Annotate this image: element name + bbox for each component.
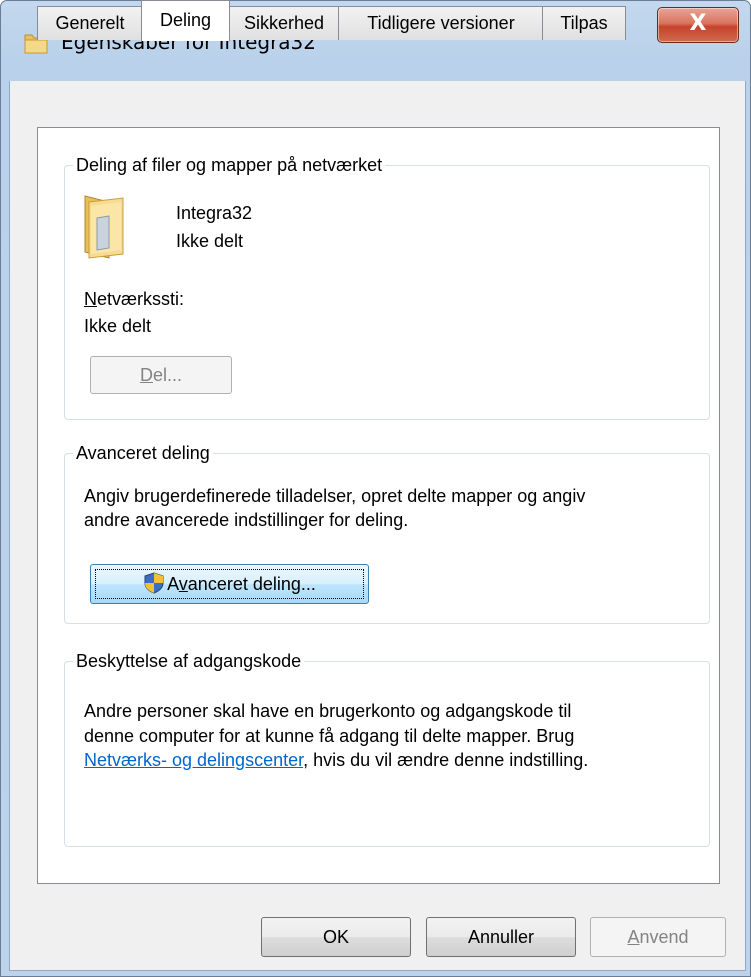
network-path-label: Netværkssti: bbox=[84, 287, 184, 311]
tab-tidligere-versioner[interactable]: Tidligere versioner bbox=[338, 6, 544, 40]
uac-shield-icon bbox=[144, 572, 164, 594]
share-button[interactable]: Del... bbox=[90, 356, 232, 394]
tab-label: Generelt bbox=[55, 13, 125, 33]
advanced-sharing-button[interactable]: Avanceret deling... bbox=[90, 564, 369, 604]
advanced-sharing-group: Avanceret deling Angiv brugerdefinerede … bbox=[64, 441, 710, 624]
button-label: nvend bbox=[639, 927, 689, 947]
password-protection-group: Beskyttelse af adgangskode Andre persone… bbox=[64, 649, 710, 847]
cancel-button[interactable]: Annuller bbox=[426, 917, 576, 957]
advanced-description-line1: Angiv brugerdefinerede tilladelser, opre… bbox=[84, 486, 586, 506]
tab-tilpas[interactable]: Tilpas bbox=[542, 6, 626, 40]
tab-label: Deling bbox=[159, 10, 212, 30]
tab-panel-deling: Deling af filer og mapper på netværket I… bbox=[37, 127, 720, 884]
button-label: el... bbox=[152, 365, 182, 385]
tab-generelt[interactable]: Generelt bbox=[37, 6, 143, 40]
password-text-line3: Netværks- og delingscenter, hvis du vil … bbox=[84, 748, 588, 772]
tab-sikkerhed[interactable]: Sikkerhed bbox=[228, 6, 340, 40]
accelerator-key: N bbox=[84, 289, 97, 309]
button-label: OK bbox=[322, 927, 349, 947]
folder-name: Integra32 bbox=[176, 203, 253, 223]
group-title: Beskyttelse af adgangskode bbox=[73, 649, 305, 673]
apply-button[interactable]: Anvend bbox=[590, 917, 726, 957]
label-text: etværkssti: bbox=[97, 289, 185, 309]
password-text-line1: Andre personer skal have en brugerkonto … bbox=[84, 701, 572, 721]
button-label: Annuller bbox=[467, 927, 535, 947]
ok-button[interactable]: OK bbox=[261, 917, 411, 957]
tab-label: Tidligere versioner bbox=[367, 13, 515, 33]
password-text-line3-rest: , hvis du vil ændre denne indstilling. bbox=[303, 750, 589, 770]
group-title: Deling af filer og mapper på netværket bbox=[73, 153, 386, 177]
network-sharing-group: Deling af filer og mapper på netværket I… bbox=[64, 153, 710, 420]
tab-label: Sikkerhed bbox=[243, 13, 325, 33]
focus-indicator bbox=[95, 569, 364, 599]
password-text-line2: denne computer for at kunne få adgang ti… bbox=[84, 726, 575, 746]
accelerator-key: D bbox=[139, 365, 153, 385]
tab-label: Tilpas bbox=[560, 13, 608, 33]
close-icon: X bbox=[689, 11, 707, 36]
tab-deling[interactable]: Deling bbox=[141, 0, 230, 41]
folder-share-status: Ikke delt bbox=[176, 231, 244, 251]
network-path-value: Ikke delt bbox=[84, 316, 152, 336]
accelerator-key: A bbox=[627, 927, 640, 947]
advanced-description-line2: andre avancerede indstillinger for delin… bbox=[84, 510, 409, 530]
shared-folder-icon bbox=[84, 195, 124, 259]
close-button[interactable]: X bbox=[657, 7, 739, 43]
network-sharing-center-link[interactable]: Netværks- og delingscenter bbox=[84, 750, 303, 770]
group-title: Avanceret deling bbox=[73, 441, 213, 465]
